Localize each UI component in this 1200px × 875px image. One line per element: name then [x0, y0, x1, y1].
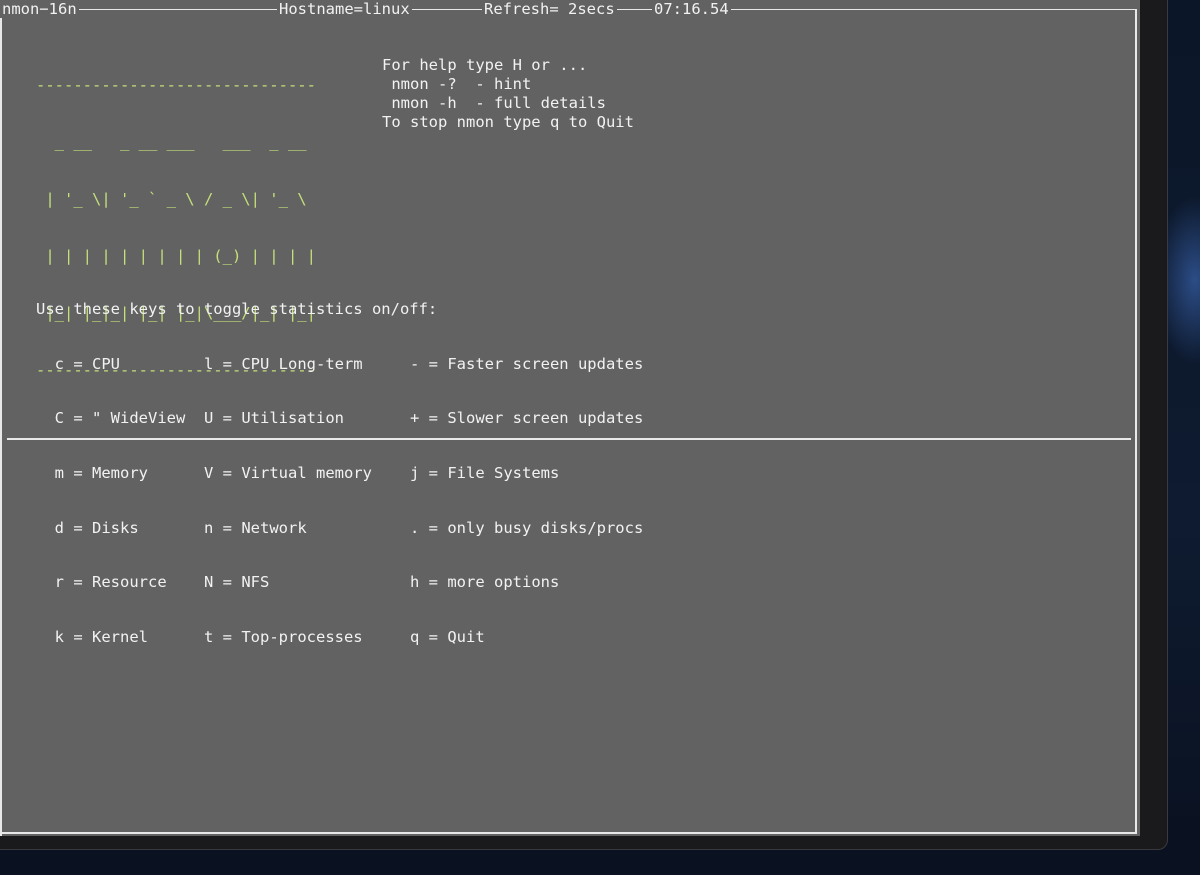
logo-line-1: _ __ _ __ ___ ___ _ __: [36, 133, 307, 151]
key-entry: d = Disks: [36, 518, 139, 537]
logo-line-3: | | | | | | | | | (_) | | | |: [36, 247, 316, 265]
help-text: For help type H or ... nmon -? - hint nm…: [382, 56, 634, 132]
logo-line-2: | '_ \| '_ ` _ \ / _ \| '_ \: [36, 190, 307, 208]
key-entry: r = Resource: [36, 573, 167, 592]
refresh-label: Refresh= 2secs: [482, 0, 617, 18]
key-entry: V = Virtual memory: [204, 464, 372, 483]
bottom-border: [0, 832, 1137, 834]
left-border: [0, 9, 2, 836]
key-entry: U = Utilisation: [204, 409, 344, 428]
key-entry: n = Network: [204, 518, 307, 537]
key-entry: m = Memory: [36, 464, 148, 483]
key-entry: - = Faster screen updates: [410, 354, 644, 373]
help-line: To stop nmon type q to Quit: [382, 113, 634, 131]
terminal-screen[interactable]: nmon−16n Hostname=linux Refresh= 2secs 0…: [0, 0, 1140, 836]
key-entry: c = CPU: [36, 354, 120, 373]
help-line: For help type H or ...: [382, 56, 588, 74]
key-entry: l = CPU Long-term: [204, 354, 363, 373]
hostname-label: Hostname=linux: [277, 0, 412, 18]
key-entry: t = Top-processes: [204, 628, 363, 647]
key-entry: j = File Systems: [410, 464, 560, 483]
help-line: nmon -? - hint: [382, 75, 532, 93]
keys-heading: Use these keys to toggle statistics on/o…: [36, 300, 438, 318]
clock-time: 07:16.54: [652, 0, 731, 18]
key-entry: q = Quit: [410, 628, 485, 647]
key-entry: . = only busy disks/procs: [410, 518, 644, 537]
logo-dashes-top: ------------------------------: [36, 76, 316, 94]
keys-column-1: c = CPU C = " WideView m = Memory d = Di…: [36, 319, 186, 683]
help-line: nmon -h - full details: [382, 94, 606, 112]
key-entry: k = Kernel: [36, 628, 148, 647]
keys-column-2: l = CPU Long-term U = Utilisation V = Vi…: [204, 319, 372, 683]
key-entry: h = more options: [410, 573, 560, 592]
keys-help: Use these keys to toggle statistics on/o…: [36, 300, 643, 646]
program-name: nmon−16n: [0, 0, 79, 18]
keys-column-3: - = Faster screen updates + = Slower scr…: [410, 319, 643, 683]
key-entry: C = " WideView: [36, 409, 186, 428]
key-entry: N = NFS: [204, 573, 270, 592]
right-border: [1135, 9, 1137, 833]
key-entry: + = Slower screen updates: [410, 409, 644, 428]
